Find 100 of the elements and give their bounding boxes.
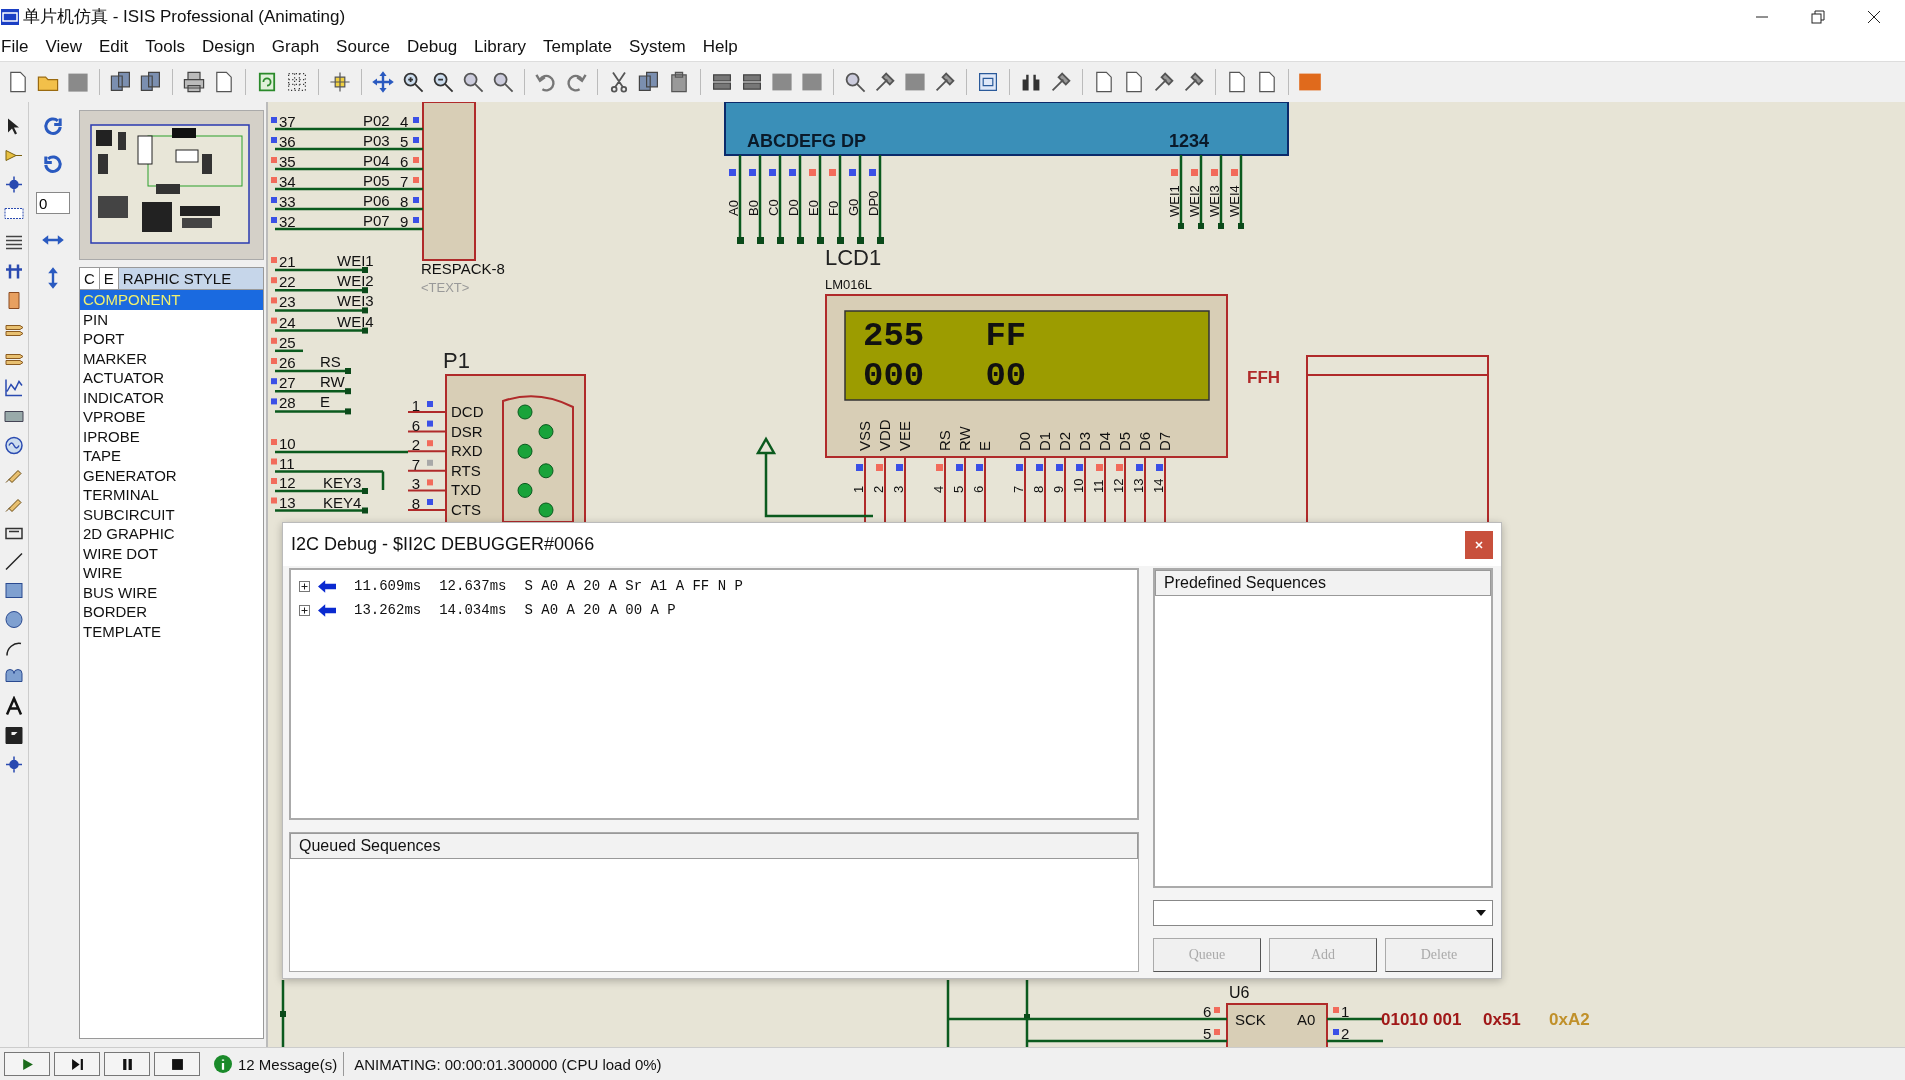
grid-icon[interactable] bbox=[285, 70, 309, 94]
style-list-item[interactable]: BORDER bbox=[80, 602, 263, 622]
menu-item[interactable]: Help bbox=[700, 37, 747, 57]
style-list-item[interactable]: COMPONENT bbox=[80, 290, 263, 310]
pick-device-icon[interactable] bbox=[843, 70, 867, 94]
graph-icon[interactable] bbox=[4, 377, 24, 398]
origin-icon[interactable] bbox=[328, 70, 352, 94]
pin-line bbox=[1084, 456, 1086, 524]
style-list-item[interactable]: MARKER bbox=[80, 348, 263, 368]
menu-item[interactable]: Design bbox=[199, 37, 264, 57]
menu-item[interactable]: Debug bbox=[405, 37, 467, 57]
pin-label: D2 bbox=[1056, 431, 1073, 451]
wire-junction bbox=[362, 307, 368, 314]
pin-label: TXD bbox=[451, 481, 481, 499]
close-icon[interactable] bbox=[1867, 9, 1881, 24]
style-list-item[interactable]: INDICATOR bbox=[80, 387, 263, 407]
expand-toggle[interactable] bbox=[299, 580, 310, 592]
menu-item[interactable]: Edit bbox=[96, 37, 138, 57]
box-icon[interactable] bbox=[4, 580, 24, 601]
connector-contact bbox=[517, 404, 533, 420]
menu-item[interactable]: System bbox=[627, 37, 695, 57]
wire-route-icon[interactable] bbox=[976, 70, 1000, 94]
text-icon[interactable] bbox=[4, 696, 24, 717]
junction-icon[interactable] bbox=[4, 174, 24, 195]
pin-number: 3 bbox=[891, 485, 906, 493]
pin-label: D0 bbox=[1016, 431, 1033, 451]
net-label: P03 bbox=[363, 132, 390, 149]
menu-item[interactable]: View bbox=[43, 37, 91, 57]
line-icon[interactable] bbox=[4, 551, 24, 572]
pin-label: WEI1 bbox=[1167, 185, 1182, 217]
zoom-in-icon[interactable] bbox=[401, 70, 425, 94]
style-list-item[interactable]: ACTUATOR bbox=[80, 368, 263, 388]
message-count[interactable]: 12 Message(s) bbox=[238, 1055, 338, 1073]
expand-toggle[interactable] bbox=[299, 604, 310, 616]
style-list-item[interactable]: BUS WIRE bbox=[80, 582, 263, 602]
step-button[interactable] bbox=[54, 1052, 100, 1076]
port-value: FFH bbox=[1247, 368, 1281, 387]
style-list-item[interactable]: TERMINAL bbox=[80, 485, 263, 505]
close-button[interactable] bbox=[1465, 530, 1493, 559]
pin-line bbox=[964, 456, 966, 524]
connector-contact bbox=[538, 424, 554, 440]
zoom-area-icon[interactable] bbox=[491, 70, 515, 94]
style-list-item[interactable]: SUBCIRCUIT bbox=[80, 504, 263, 524]
rotation-field[interactable]: 0 bbox=[36, 192, 70, 214]
info-icon bbox=[214, 1055, 232, 1073]
menu-item[interactable]: File bbox=[0, 37, 38, 57]
pin-label: D4 bbox=[1096, 431, 1113, 451]
pin-line bbox=[904, 456, 906, 524]
menu-item[interactable]: Library bbox=[472, 37, 536, 57]
pause-button[interactable] bbox=[104, 1052, 150, 1076]
style-list-item[interactable]: IPROBE bbox=[80, 426, 263, 446]
style-list-item[interactable]: WIRE bbox=[80, 563, 263, 583]
stop-button[interactable] bbox=[154, 1052, 200, 1076]
wire bbox=[1219, 155, 1223, 225]
menu-item[interactable]: Graph bbox=[269, 37, 329, 57]
style-list-item[interactable]: TEMPLATE bbox=[80, 621, 263, 641]
menu-item[interactable]: Source bbox=[334, 37, 399, 57]
style-list-item[interactable]: WIRE DOT bbox=[80, 543, 263, 563]
wire-junction bbox=[1178, 223, 1184, 229]
style-list-item[interactable]: GENERATOR bbox=[80, 465, 263, 485]
restore-icon[interactable] bbox=[1811, 9, 1825, 24]
selector-tab[interactable]: RAPHIC STYLE bbox=[118, 268, 263, 289]
zoom-out-icon[interactable] bbox=[431, 70, 455, 94]
pin-number: 5 bbox=[951, 485, 966, 493]
pin-line bbox=[1164, 456, 1166, 524]
wire bbox=[275, 349, 303, 353]
net-label: E bbox=[320, 393, 330, 411]
net-label: RW bbox=[320, 373, 345, 391]
circle-icon[interactable] bbox=[4, 609, 24, 630]
pan-icon[interactable] bbox=[371, 70, 395, 94]
style-list-item[interactable]: 2D GRAPHIC bbox=[80, 524, 263, 544]
generator-icon[interactable] bbox=[4, 435, 24, 456]
sequence-text: S A0 A 20 A Sr A1 A FF N P bbox=[524, 578, 743, 594]
pin-number: 28 bbox=[279, 394, 296, 412]
style-list-item[interactable]: VPROBE bbox=[80, 407, 263, 427]
wire-junction bbox=[362, 488, 368, 494]
pin-number: 22 bbox=[279, 273, 296, 291]
style-list-item[interactable]: PORT bbox=[80, 329, 263, 349]
dialog-title: I2C Debug - $II2C DEBUGGER#0066 bbox=[291, 534, 595, 555]
style-list-item[interactable]: TAPE bbox=[80, 446, 263, 466]
pin-label: DP0 bbox=[866, 190, 881, 216]
zoom-all-icon[interactable] bbox=[461, 70, 485, 94]
menu-item[interactable]: Template bbox=[541, 37, 622, 57]
print-icon[interactable] bbox=[182, 70, 206, 94]
pin-label: RXD bbox=[451, 442, 483, 460]
marker-icon[interactable] bbox=[4, 754, 24, 775]
lcd-text: 255 FF bbox=[863, 317, 1027, 355]
style-list-item[interactable]: PIN bbox=[80, 309, 263, 329]
pin-number: 7 bbox=[1011, 485, 1026, 493]
menu-item[interactable]: Tools bbox=[143, 37, 194, 57]
sequence-dropdown[interactable] bbox=[1153, 900, 1493, 926]
pin-label: C0 bbox=[766, 199, 781, 216]
pin-number: 5 bbox=[1203, 1025, 1212, 1042]
pin-label: DSR bbox=[451, 422, 483, 440]
pin-number: 24 bbox=[279, 313, 296, 331]
play-button[interactable] bbox=[4, 1052, 50, 1076]
copy-icon[interactable] bbox=[637, 70, 661, 94]
pin-number: 13 bbox=[279, 493, 296, 511]
transaction-list[interactable]: 11.609ms 12.637ms S A0 A 20 A Sr A1 A FF N P 13.262ms 14.034ms S A0 A 20 A 00 A P bbox=[289, 568, 1139, 820]
pin-number: 23 bbox=[279, 293, 296, 311]
